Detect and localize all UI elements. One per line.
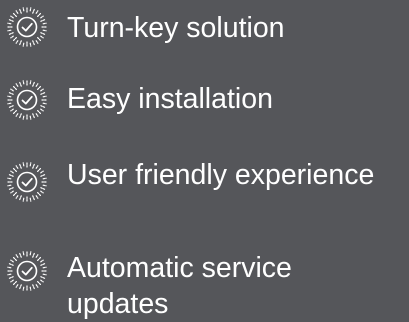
feature-label: User friendly experience bbox=[67, 159, 375, 191]
check-badge-icon bbox=[6, 250, 48, 292]
check-badge-icon bbox=[6, 6, 48, 48]
feature-label: Easy installation bbox=[67, 83, 273, 115]
feature-label: Automatic service updates bbox=[67, 252, 292, 320]
check-badge-icon bbox=[6, 161, 48, 203]
feature-list: Turn-key solution Easy installation User… bbox=[0, 0, 409, 321]
feature-label: Turn-key solution bbox=[67, 12, 285, 44]
check-badge-icon bbox=[6, 79, 48, 121]
